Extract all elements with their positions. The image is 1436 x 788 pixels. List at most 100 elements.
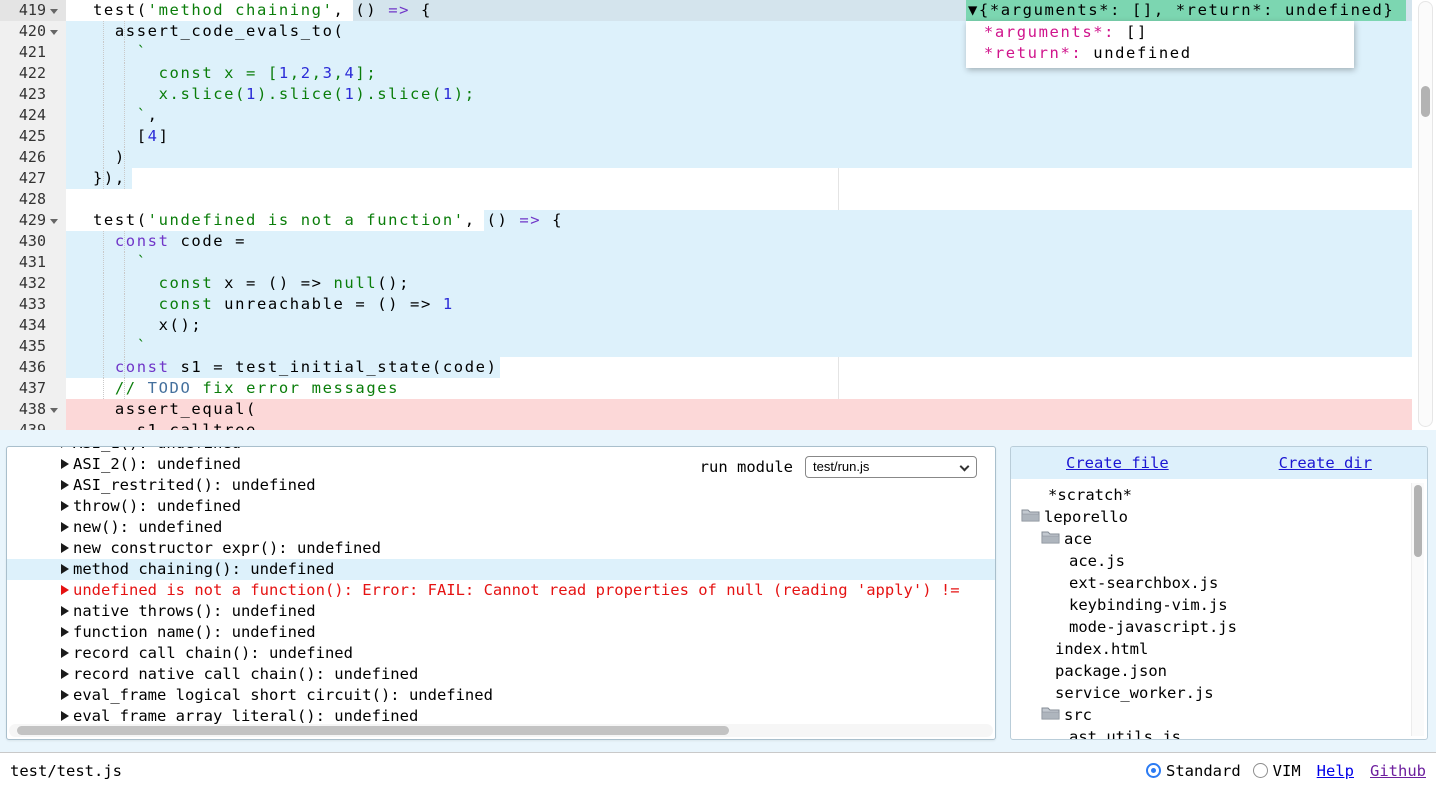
code-line[interactable]: 434 x();	[0, 315, 1436, 336]
tree-item-file[interactable]: package.json	[1011, 660, 1409, 682]
fold-arrow-icon[interactable]	[50, 30, 58, 35]
code-line[interactable]: 430 const code =	[0, 231, 1436, 252]
code-line[interactable]: 436 const s1 = test_initial_state(code)	[0, 357, 1436, 378]
result-row[interactable]: function name(): undefined	[7, 622, 996, 643]
gutter-cell: 432	[0, 273, 66, 294]
code-line-content: s1.calltree	[66, 420, 1412, 430]
file-explorer-header: Create file Create dir	[1011, 447, 1427, 479]
result-row[interactable]: new(): undefined	[7, 517, 996, 538]
code-line[interactable]: 427}),	[0, 168, 1436, 189]
result-row[interactable]: ASI_restrited(): undefined	[7, 475, 996, 496]
result-row[interactable]: eval_frame logical short circuit(): unde…	[7, 685, 996, 706]
editor-scrollbar-thumb[interactable]	[1421, 86, 1430, 117]
code-line[interactable]: 435 `	[0, 336, 1436, 357]
result-row[interactable]: throw(): undefined	[7, 496, 996, 517]
result-row[interactable]: new constructor expr(): undefined	[7, 538, 996, 559]
property-value: []	[1115, 23, 1148, 41]
tree-item-file[interactable]: ext-searchbox.js	[1011, 572, 1409, 594]
tree-item-folder[interactable]: ace	[1011, 528, 1409, 550]
gutter-cell: 424	[0, 105, 66, 126]
fold-widget[interactable]	[46, 210, 66, 231]
expand-arrow-icon[interactable]	[61, 606, 69, 616]
error-line-highlight	[66, 399, 1412, 420]
expand-arrow-icon[interactable]	[61, 711, 69, 721]
tree-item-folder[interactable]: src	[1011, 704, 1409, 726]
fold-arrow-icon[interactable]	[50, 9, 58, 14]
fold-widget[interactable]	[46, 21, 66, 42]
results-horizontal-scrollbar[interactable]	[9, 724, 993, 737]
fold-widget[interactable]	[46, 0, 66, 21]
object-preview-header[interactable]: ▼{*arguments*: [], *return*: undefined}	[966, 0, 1406, 21]
expand-arrow-icon[interactable]	[61, 501, 69, 511]
radio-button-icon[interactable]	[1146, 763, 1161, 778]
code-text: x();	[66, 316, 202, 334]
code-text: `	[66, 337, 148, 355]
code-line[interactable]: 429test('undefined is not a function', (…	[0, 210, 1436, 231]
fold-widget	[46, 378, 66, 399]
expand-arrow-icon[interactable]	[61, 690, 69, 700]
result-row[interactable]: native throws(): undefined	[7, 601, 996, 622]
code-line[interactable]: 428	[0, 189, 1436, 210]
code-line[interactable]: 426 )	[0, 147, 1436, 168]
tree-item-file[interactable]: ace.js	[1011, 550, 1409, 572]
fold-widget[interactable]	[46, 399, 66, 420]
file-tree-scrollbar[interactable]	[1411, 483, 1424, 736]
code-line[interactable]: 423 x.slice(1).slice(1).slice(1);	[0, 84, 1436, 105]
current-file-path: test/test.js	[10, 762, 122, 780]
result-row[interactable]: ASI_1(): undefined	[7, 446, 996, 454]
expand-arrow-icon[interactable]	[61, 585, 69, 595]
create-file-link[interactable]: Create file	[1066, 454, 1169, 472]
line-number: 426	[0, 147, 46, 168]
code-line[interactable]: 437 // TODO fix error messages	[0, 378, 1436, 399]
result-row[interactable]: undefined is not a function(): Error: FA…	[7, 580, 996, 601]
fold-arrow-icon[interactable]	[50, 408, 58, 413]
result-row[interactable]: record native call chain(): undefined	[7, 664, 996, 685]
radio-label: VIM	[1273, 762, 1301, 780]
tree-item-file[interactable]: service_worker.js	[1011, 682, 1409, 704]
code-editor[interactable]: 419test('method chaining', () => {420 as…	[0, 0, 1436, 430]
code-line-content	[66, 189, 1412, 210]
run-module-select[interactable]: test/run.js	[805, 456, 977, 478]
expand-arrow-icon[interactable]	[61, 522, 69, 532]
object-property-row[interactable]: *return*: undefined	[973, 43, 1354, 64]
expand-arrow-icon[interactable]	[61, 480, 69, 490]
expand-arrow-icon[interactable]	[61, 627, 69, 637]
expand-arrow-icon[interactable]	[61, 648, 69, 658]
object-property-row[interactable]: *arguments*: []	[973, 22, 1354, 43]
result-row[interactable]: method chaining(): undefined	[7, 559, 996, 580]
tree-item-file[interactable]: ast_utils.js	[1011, 726, 1409, 739]
result-label: record native call chain(): undefined	[73, 665, 418, 683]
file-tree-scrollbar-thumb[interactable]	[1414, 485, 1422, 557]
create-dir-link[interactable]: Create dir	[1279, 454, 1372, 472]
radio-button-icon[interactable]	[1253, 763, 1268, 778]
keybinding-option-standard[interactable]: Standard	[1146, 762, 1241, 780]
tree-item-folder[interactable]: leporello	[1011, 506, 1409, 528]
editor-vertical-scrollbar[interactable]	[1418, 1, 1433, 427]
code-line[interactable]: 425 [4]	[0, 126, 1436, 147]
help-link[interactable]: Help	[1317, 762, 1354, 780]
expand-arrow-icon[interactable]	[61, 446, 69, 448]
tree-item-label: ace	[1064, 528, 1092, 550]
expand-arrow-icon[interactable]	[61, 459, 69, 469]
tree-item-file[interactable]: keybinding-vim.js	[1011, 594, 1409, 616]
result-row[interactable]: record call chain(): undefined	[7, 643, 996, 664]
code-line[interactable]: 439 s1.calltree	[0, 420, 1436, 430]
expand-arrow-icon[interactable]	[61, 543, 69, 553]
tree-item-file[interactable]: mode-javascript.js	[1011, 616, 1409, 638]
results-scrollbar-thumb[interactable]	[17, 726, 729, 735]
keybinding-option-vim[interactable]: VIM	[1253, 762, 1301, 780]
tree-item-file[interactable]: *scratch*	[1011, 484, 1409, 506]
code-line[interactable]: 438 assert_equal(	[0, 399, 1436, 420]
gutter-cell: 426	[0, 147, 66, 168]
code-line[interactable]: 433 const unreachable = () => 1	[0, 294, 1436, 315]
fold-arrow-icon[interactable]	[50, 219, 58, 224]
line-number: 420	[0, 21, 46, 42]
run-module-label: run module	[700, 458, 793, 476]
code-line[interactable]: 432 const x = () => null();	[0, 273, 1436, 294]
expand-arrow-icon[interactable]	[61, 669, 69, 679]
github-link[interactable]: Github	[1370, 762, 1426, 780]
expand-arrow-icon[interactable]	[61, 564, 69, 574]
tree-item-file[interactable]: index.html	[1011, 638, 1409, 660]
code-line[interactable]: 431 `	[0, 252, 1436, 273]
code-line[interactable]: 424 `,	[0, 105, 1436, 126]
